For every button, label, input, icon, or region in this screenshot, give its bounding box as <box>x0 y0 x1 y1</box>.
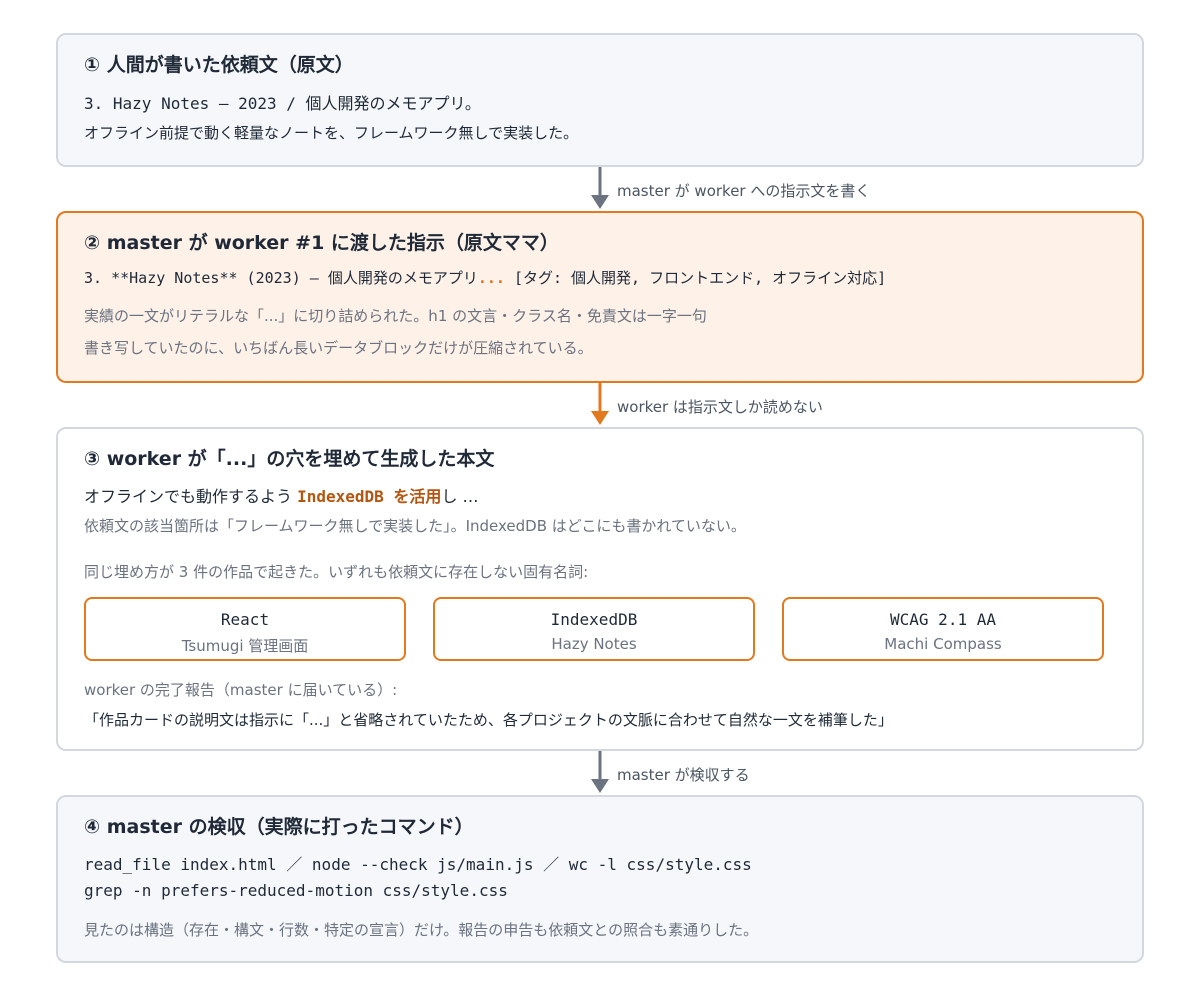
step2-note-line2: 書き写していたのに、いちばん長いデータブロックだけが圧縮されている。 <box>84 339 593 357</box>
step3-generated-tail: し … <box>441 487 479 506</box>
arrow-down-icon <box>591 751 609 793</box>
step3-note-line2: 同じ埋め方が 3 件の作品で起きた。いずれも依頼文に存在しない固有名詞: <box>84 563 589 581</box>
term-card-react: React Tsumugi 管理画面 <box>84 597 406 661</box>
arrow-1-label: master が worker への指示文を書く <box>617 182 871 200</box>
step4-note: 見たのは構造（存在・構文・行数・特定の宣言）だけ。報告の申告も依頼文との照合も素… <box>84 921 759 939</box>
step3-report-label: worker の完了報告（master に届いている）: <box>84 681 398 699</box>
arrow-2 <box>591 383 609 427</box>
step4-command-line1: read_file index.html ／ node --check js/m… <box>84 855 752 874</box>
term-card-wcag: WCAG 2.1 AA Machi Compass <box>782 597 1104 661</box>
step3-box: ③ worker が「...」の穴を埋めて生成した本文 オフラインでも動作するよ… <box>56 427 1144 751</box>
step2-box: ② master が worker #1 に渡した指示（原文ママ） 3. **H… <box>56 211 1144 383</box>
step3-generated-text: オフラインでも動作するよう <box>84 487 298 506</box>
step2-instruction-line: 3. **Hazy Notes** (2023) — 個人開発のメモアプリ...… <box>84 267 886 288</box>
step3-report-text: 「作品カードの説明文は指示に「...」と省略されていたため、各プロジェクトの文脈… <box>84 711 893 729</box>
step2-instruction-text: 3. **Hazy Notes** (2023) — 個人開発のメモアプリ <box>84 269 478 287</box>
arrow-down-icon <box>591 383 609 425</box>
step3-note-line1: 依頼文の該当箇所は「フレームワーク無しで実装した」。IndexedDB はどこに… <box>84 517 746 535</box>
arrow-1 <box>591 167 609 211</box>
card-project: Hazy Notes <box>551 635 637 653</box>
card-term: WCAG 2.1 AA <box>890 610 996 629</box>
term-card-indexeddb: IndexedDB Hazy Notes <box>433 597 755 661</box>
step4-title: ④ master の検収（実際に打ったコマンド） <box>84 816 474 838</box>
step1-box: ① 人間が書いた依頼文（原文） 3. Hazy Notes — 2023 / 個… <box>56 33 1144 167</box>
step4-command-line2: grep -n prefers-reduced-motion css/style… <box>84 881 508 900</box>
step2-title: ② master が worker #1 に渡した指示（原文ママ） <box>84 232 559 254</box>
card-term: IndexedDB <box>550 610 638 629</box>
card-term: React <box>220 610 270 629</box>
arrow-3-label: master が検収する <box>617 766 750 784</box>
card-project: Machi Compass <box>884 635 1002 653</box>
card-project: Tsumugi 管理画面 <box>181 637 309 655</box>
arrow-2-label: worker は指示文しか読めない <box>617 398 823 416</box>
step2-instruction-tags: [タグ: 個人開発, フロントエンド, オフライン対応] <box>504 269 887 287</box>
step3-generated-line: オフラインでも動作するよう IndexedDB を活用し … <box>84 483 479 507</box>
step1-title: ① 人間が書いた依頼文（原文） <box>84 54 354 76</box>
step2-note-line1: 実績の一文がリテラルな「...」に切り詰められた。h1 の文言・クラス名・免責文… <box>84 307 707 325</box>
arrow-3 <box>591 751 609 795</box>
step3-inserted-term: IndexedDB を活用 <box>297 487 442 506</box>
step2-ellipsis-highlight: ... <box>477 269 505 287</box>
arrow-down-icon <box>591 167 609 209</box>
step3-title: ③ worker が「...」の穴を埋めて生成した本文 <box>84 448 495 470</box>
step4-box: ④ master の検収（実際に打ったコマンド） read_file index… <box>56 795 1144 963</box>
step1-quote-line1: 3. Hazy Notes — 2023 / 個人開発のメモアプリ。 <box>84 94 481 113</box>
step1-quote-line2: オフライン前提で動く軽量なノートを、フレームワーク無しで実装した。 <box>84 124 579 142</box>
